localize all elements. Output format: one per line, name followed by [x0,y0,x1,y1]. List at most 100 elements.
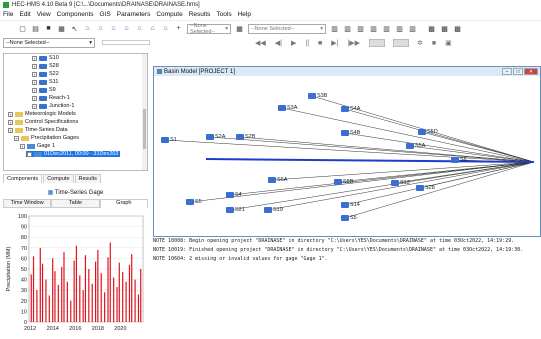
results-compare-icon[interactable]: ▥ [382,24,391,33]
basin-element[interactable]: S5A [406,143,425,149]
tree-item[interactable]: + Meteorologic Models [8,111,76,117]
tree-item[interactable]: + Time-Series Data [8,127,68,133]
menu-tools[interactable]: Tools [216,11,231,18]
minimize-button[interactable]: – [502,68,512,75]
maximize-button[interactable]: □ [513,68,523,75]
basin-element[interactable]: S6A [268,177,287,183]
tab-graph[interactable]: Graph [99,199,148,208]
pointer-tool-icon[interactable]: ↖ [70,24,79,33]
expand-icon[interactable]: + [32,71,37,77]
results-table-icon[interactable]: ▥ [356,24,365,33]
basin-element[interactable]: S4A [341,106,360,112]
basin-element[interactable]: S4B [341,130,360,136]
expand-icon[interactable]: + [32,63,37,69]
open-folder-icon[interactable]: ▤ [31,24,40,33]
basin-element[interactable]: S2A [206,134,225,140]
tab-compute[interactable]: Compute [43,174,74,183]
tree-item[interactable]: + Precipitation Gages [14,135,79,141]
step-forward-icon[interactable]: ▶| [331,39,338,47]
expand-icon[interactable]: + [8,111,13,117]
close-button[interactable]: ✕ [524,68,538,75]
expand-icon[interactable]: + [32,87,37,93]
expand-icon[interactable]: + [32,55,37,61]
tab-table[interactable]: Table [51,199,100,208]
new-file-icon[interactable]: ▢ [18,24,27,33]
basin-element[interactable]: S3B [308,93,327,99]
tab-time-window[interactable]: Time Window [3,199,52,208]
menu-components[interactable]: Components [57,11,94,18]
results-graph-icon[interactable]: ▥ [330,24,339,33]
menu-compute[interactable]: Compute [156,11,182,18]
menu-view[interactable]: View [37,11,51,18]
skip-back-icon[interactable]: ◀◀ [255,39,266,47]
expand-icon[interactable]: + [32,103,37,109]
diversion-tool-icon[interactable]: ⌂ [148,24,157,33]
tree-scrollbar[interactable] [142,54,147,170]
time-slider[interactable] [102,40,150,45]
tree-item[interactable]: + Gage 1 [20,143,55,149]
results-global-icon[interactable]: ▥ [395,24,404,33]
menu-results[interactable]: Results [189,11,211,18]
tab-results[interactable]: Results [74,174,101,183]
pause-icon[interactable]: || [305,40,309,47]
results-timeseries-icon[interactable]: ▥ [369,24,378,33]
basin-element[interactable]: S19 [264,207,283,213]
basin-element[interactable]: S2B [236,134,255,140]
results-selector[interactable]: --None Selected-- ▾ [248,23,326,34]
graph-c-icon[interactable]: ▩ [453,24,462,33]
component-selector[interactable]: --None Selected-- ▾ [3,38,95,48]
expand-icon[interactable]: + [32,95,37,101]
tree-item[interactable]: + S9 [32,87,56,93]
expand-icon[interactable]: + [27,151,32,157]
tree-item[interactable]: + S10 [32,55,59,61]
source-tool-icon[interactable]: ⌂ [122,24,131,33]
animation-start-field[interactable] [369,39,386,47]
expand-icon[interactable]: + [8,127,13,133]
basin-element[interactable]: S5 [341,215,357,221]
basin-element[interactable]: S5 [186,199,202,205]
skip-forward-icon[interactable]: |▶▶ [347,39,360,47]
menu-file[interactable]: File [3,11,13,18]
basin-element[interactable]: S1 [161,137,177,143]
tree-item[interactable]: + Junction-1 [32,103,74,109]
basin-element[interactable]: S5D [418,129,438,135]
compute-icon[interactable]: ▦ [235,24,244,33]
graph-b-icon[interactable]: ▩ [440,24,449,33]
menu-edit[interactable]: Edit [19,11,30,18]
stop-icon[interactable]: ■ [318,40,322,47]
expand-icon[interactable]: + [8,119,13,125]
tree-item[interactable]: + S22 [32,71,59,77]
tree-item[interactable]: + Control Specifications [8,119,78,125]
basin-element[interactable]: S4 [226,192,242,198]
add-icon[interactable]: + [174,24,183,33]
tree-item[interactable]: + S11 [32,79,58,85]
run-selector[interactable]: --None Selected-- ▾ [187,23,231,35]
junction-tool-icon[interactable]: ⌂ [135,24,144,33]
tree-item[interactable]: + Reach-1 [32,95,70,101]
camera-icon[interactable]: ▣ [445,39,452,47]
main-reach[interactable] [205,158,535,163]
expand-icon[interactable]: + [14,135,19,141]
results-element-icon[interactable]: ▥ [408,24,417,33]
graph-a-icon[interactable]: ▩ [427,24,436,33]
basin-element[interactable]: S13 [391,180,410,186]
scroll-thumb[interactable] [143,109,146,149]
tree-item[interactable]: + S28 [32,63,59,69]
basin-element[interactable]: S14 [341,202,360,208]
basin-element[interactable]: S21 [226,207,245,213]
save-icon[interactable]: ■ [44,24,53,33]
tab-components[interactable]: Components [3,174,43,183]
reservoir-tool-icon[interactable]: ⌂ [109,24,118,33]
basin-element[interactable]: S28 [416,185,435,191]
expand-icon[interactable]: + [32,79,37,85]
play-icon[interactable]: ▶ [291,39,296,47]
reach-tool-icon[interactable]: ⌂ [96,24,105,33]
subbasin-tool-icon[interactable]: ⌂ [83,24,92,33]
basin-element[interactable]: S6B [334,179,353,185]
settings-icon[interactable]: ✲ [417,39,423,47]
basin-element[interactable]: S3A [278,105,297,111]
sink-tool-icon[interactable]: ⌂ [161,24,170,33]
menu-parameters[interactable]: Parameters [117,11,151,18]
animation-end-field[interactable] [393,39,410,47]
menu-gis[interactable]: GIS [100,11,111,18]
